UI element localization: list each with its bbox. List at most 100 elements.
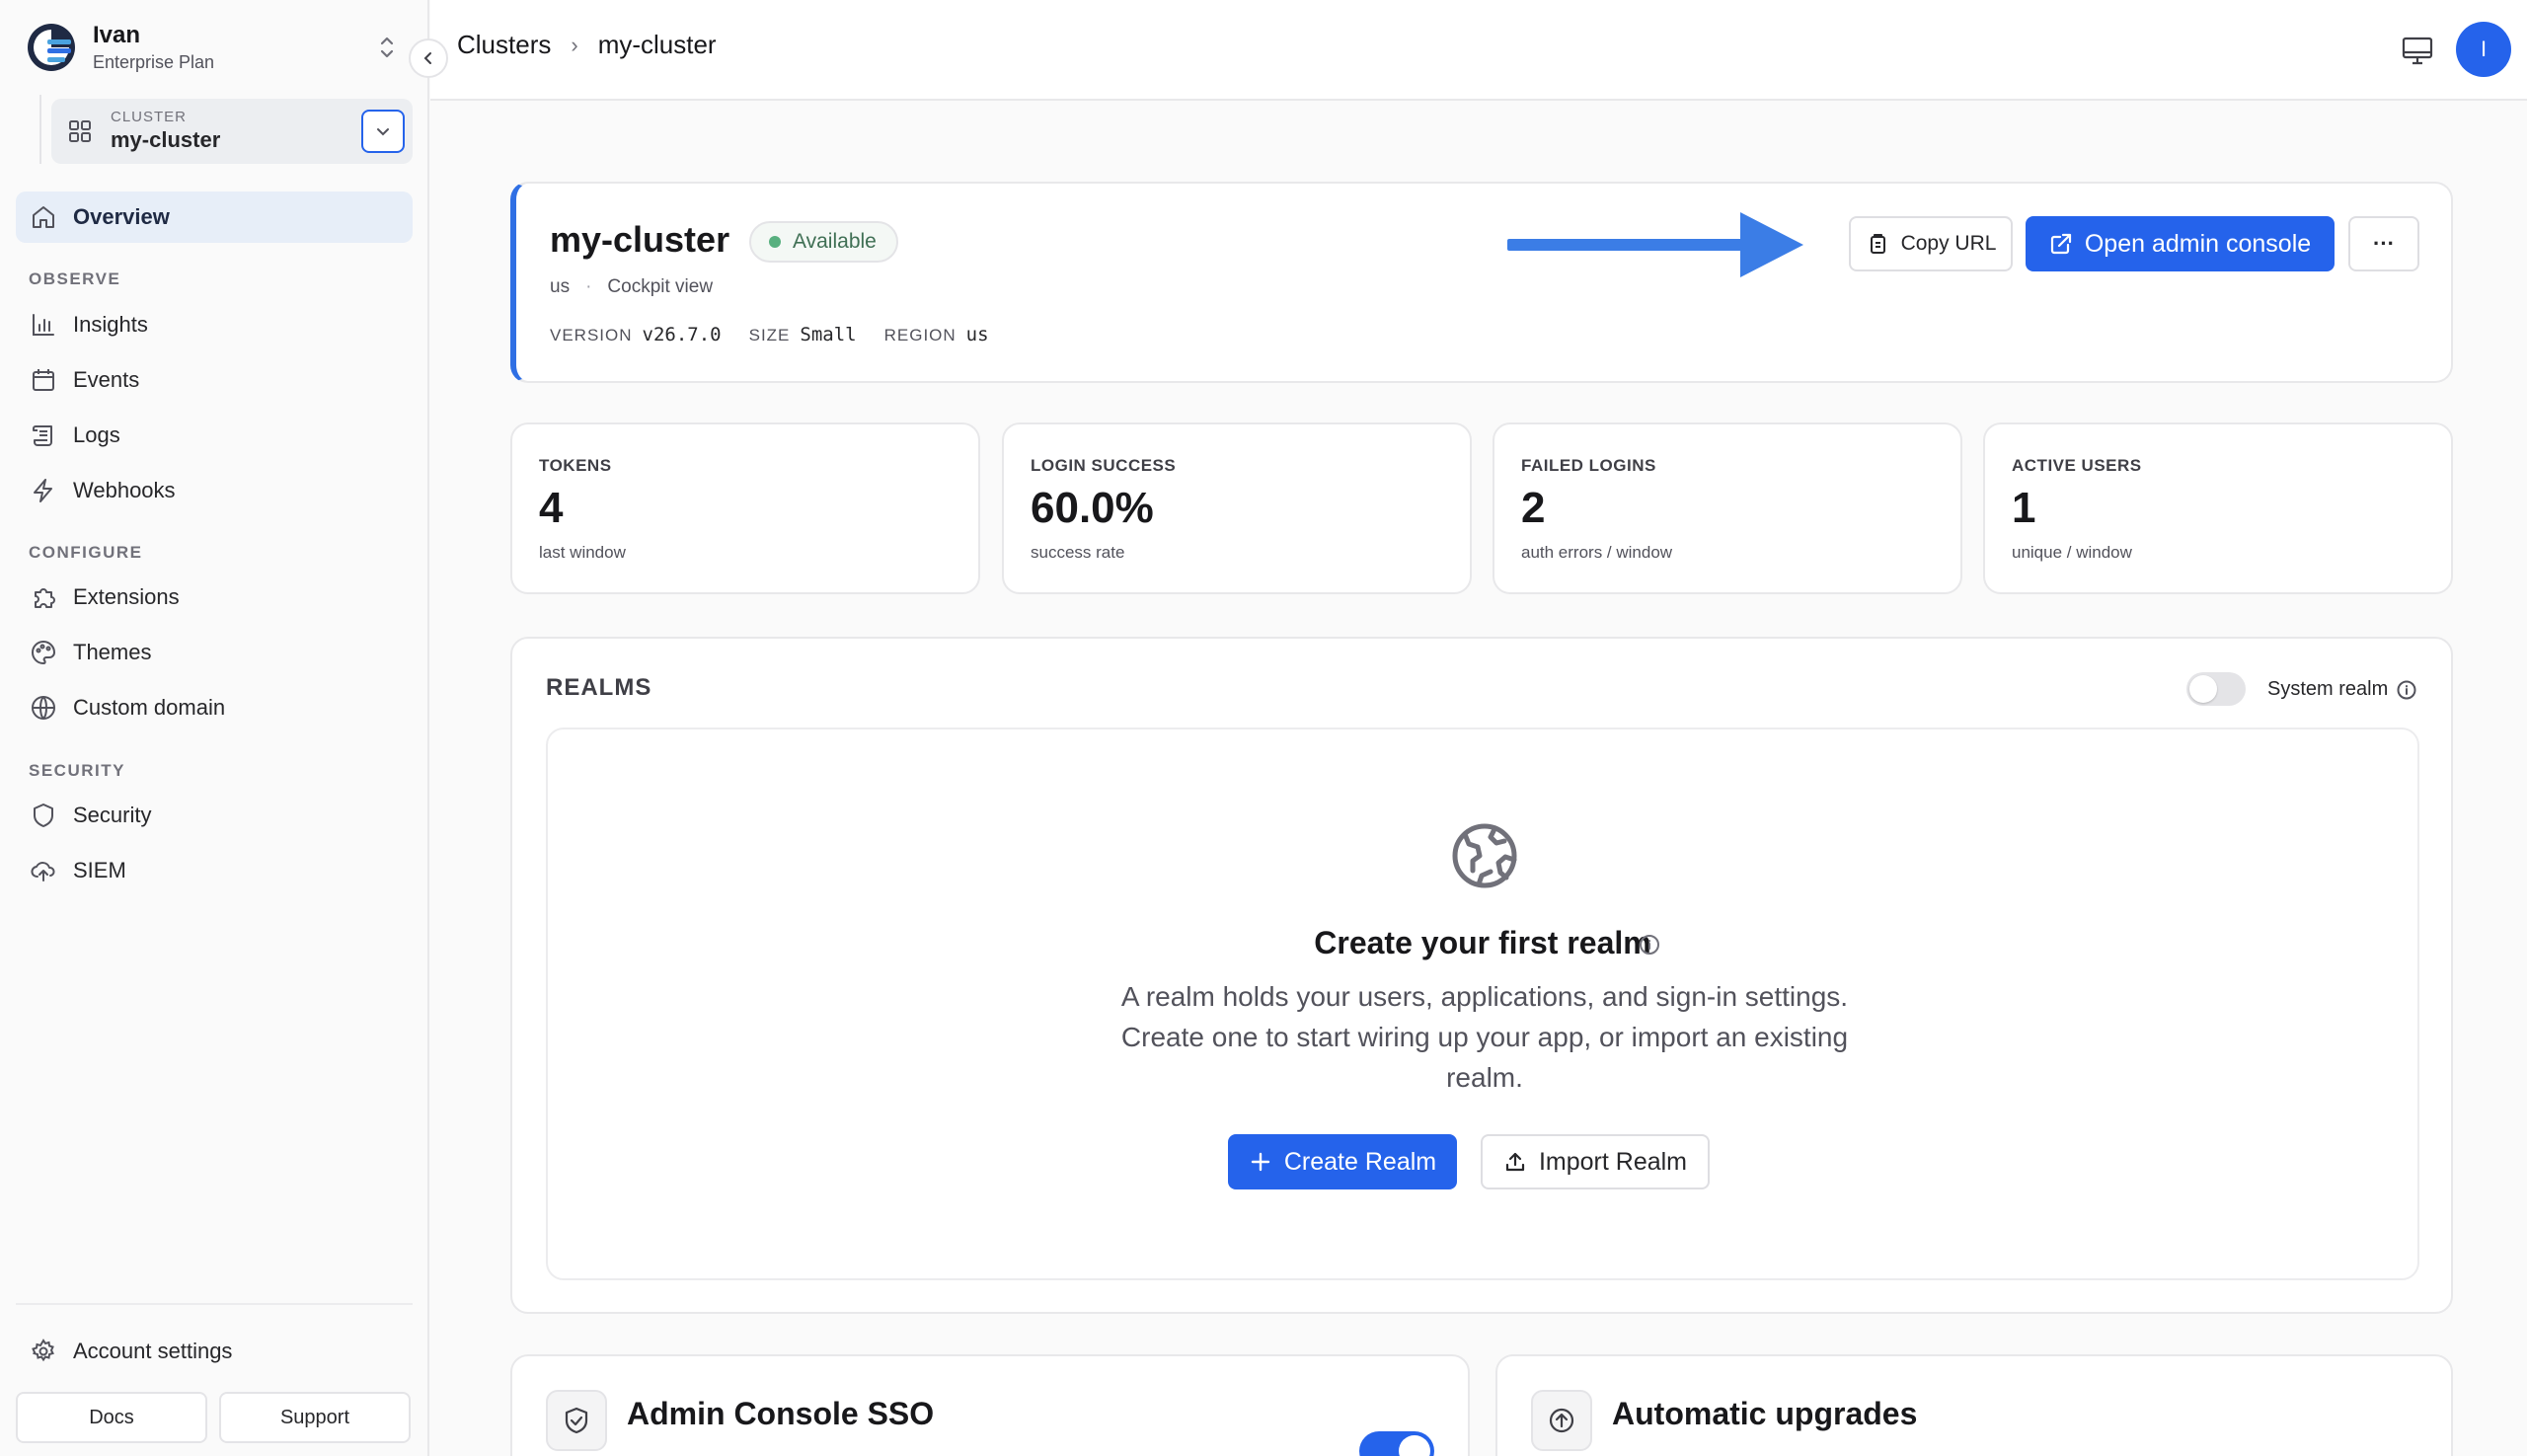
nav-themes[interactable]: Themes <box>16 627 413 678</box>
palette-icon <box>32 640 56 665</box>
nav-events-label: Events <box>73 367 140 392</box>
stat-value: 60.0% <box>1031 484 1154 532</box>
import-realm-label: Import Realm <box>1538 1147 1688 1176</box>
cluster-selector-label: CLUSTER <box>111 109 188 125</box>
nav-webhooks[interactable]: Webhooks <box>16 465 413 516</box>
arrow-up-circle-icon <box>1531 1390 1592 1451</box>
version-value: v26.7.0 <box>642 324 722 345</box>
admin-console-sso-toggle[interactable] <box>1359 1431 1434 1456</box>
open-admin-console-button[interactable]: Open admin console <box>2026 216 2335 271</box>
nav-siem[interactable]: SIEM <box>16 845 413 896</box>
top-bar: Clusters › my-cluster I <box>430 0 2527 101</box>
cloud-upload-icon <box>31 862 55 881</box>
collapse-sidebar-button[interactable] <box>409 38 448 78</box>
region-label: REGION <box>883 326 957 345</box>
nav-logs[interactable]: Logs <box>16 410 413 461</box>
import-realm-button[interactable]: Import Realm <box>1481 1134 1710 1189</box>
scroll-icon <box>33 425 52 446</box>
status-badge: Available <box>749 221 898 263</box>
nav-insights[interactable]: Insights <box>16 299 413 350</box>
realms-title: REALMS <box>546 674 652 701</box>
info-icon[interactable] <box>1638 933 1661 957</box>
avatar[interactable]: I <box>2456 22 2511 77</box>
grid-icon <box>69 120 91 142</box>
nav-custom-domain[interactable]: Custom domain <box>16 682 413 733</box>
plus-icon <box>1251 1152 1270 1172</box>
org-name: Ivan <box>93 22 141 48</box>
monitor-icon[interactable] <box>2399 32 2436 69</box>
stat-label: FAILED LOGINS <box>1521 456 1656 475</box>
bar-chart-icon <box>33 314 54 336</box>
version-label: VERSION <box>550 326 633 345</box>
region-value: us <box>965 324 989 345</box>
size-value: Small <box>800 324 857 345</box>
admin-console-sso-card: Admin Console SSO <box>510 1354 1470 1456</box>
nav-logs-label: Logs <box>73 422 120 447</box>
nav-extensions[interactable]: Extensions <box>16 572 413 623</box>
annotation-arrow <box>1507 212 1803 277</box>
cockpit-view-link[interactable]: Cockpit view <box>607 276 713 298</box>
globe-icon <box>32 696 55 720</box>
external-link-icon <box>2050 233 2071 255</box>
nav-account-settings[interactable]: Account settings <box>16 1326 413 1377</box>
nav-webhooks-label: Webhooks <box>73 478 176 502</box>
cluster-dropdown-button[interactable] <box>361 110 405 153</box>
calendar-icon <box>33 369 54 391</box>
more-options-button[interactable]: ··· <box>2348 216 2419 271</box>
copy-url-label: Copy URL <box>1900 232 1997 255</box>
breadcrumb: Clusters › my-cluster <box>457 30 717 60</box>
cluster-selector[interactable]: CLUSTER my-cluster <box>51 99 413 164</box>
stat-sub: unique / window <box>2012 543 2132 562</box>
chevrons-up-down-icon[interactable] <box>373 28 401 67</box>
open-admin-console-label: Open admin console <box>2084 229 2312 258</box>
nav-security[interactable]: Security <box>16 790 413 841</box>
home-icon <box>33 206 54 228</box>
nav-section-observe: OBSERVE <box>29 269 121 288</box>
automatic-upgrades-card: Automatic upgrades <box>1495 1354 2453 1456</box>
stat-label: ACTIVE USERS <box>2012 456 2142 475</box>
zap-icon <box>34 479 52 502</box>
docs-button[interactable]: Docs <box>16 1392 207 1443</box>
system-realm-toggle[interactable] <box>2186 672 2246 706</box>
nav-events[interactable]: Events <box>16 354 413 406</box>
stat-value: 2 <box>1521 484 1546 532</box>
chevron-left-icon <box>423 52 431 64</box>
upload-icon <box>1505 1152 1525 1172</box>
stat-card-tokens: TOKENS 4 last window <box>510 422 980 594</box>
create-realm-button[interactable]: Create Realm <box>1228 1134 1457 1189</box>
breadcrumb-clusters[interactable]: Clusters <box>457 30 551 60</box>
nav-custom-domain-label: Custom domain <box>73 695 226 720</box>
sidebar-divider <box>16 1303 413 1305</box>
stat-value: 4 <box>539 484 564 532</box>
nav-account-settings-label: Account settings <box>73 1339 233 1363</box>
separator-dot: · <box>585 276 592 297</box>
system-realm-label: System realm <box>2267 678 2389 700</box>
shield-check-icon <box>546 1390 607 1451</box>
nav-overview[interactable]: Overview <box>16 192 413 243</box>
copy-url-button[interactable]: Copy URL <box>1849 216 2013 271</box>
cluster-title: my-cluster <box>550 219 730 260</box>
info-icon[interactable] <box>2396 679 2417 701</box>
toggle-knob <box>2189 675 2217 703</box>
status-dot <box>769 236 781 248</box>
cluster-subline: us · Cockpit view <box>550 276 713 298</box>
cluster-header-card: my-cluster Available us · Cockpit view V… <box>510 182 2453 383</box>
stat-sub: success rate <box>1031 543 1125 562</box>
org-logo-icon <box>28 24 75 71</box>
stat-card-failed-logins: FAILED LOGINS 2 auth errors / window <box>1493 422 1962 594</box>
empty-state-title: Create your first realm <box>1314 925 1651 960</box>
chevron-right-icon: › <box>571 32 578 57</box>
chevron-down-icon <box>377 128 389 136</box>
nav-siem-label: SIEM <box>73 858 126 882</box>
stat-sub: last window <box>539 543 626 562</box>
nav-insights-label: Insights <box>73 312 148 337</box>
cluster-selector-value: my-cluster <box>111 127 221 152</box>
shield-icon <box>34 804 53 827</box>
support-button[interactable]: Support <box>219 1392 411 1443</box>
nav-security-label: Security <box>73 803 152 827</box>
nav-overview-label: Overview <box>73 204 170 229</box>
gear-icon <box>32 1339 54 1362</box>
sidebar: Ivan Enterprise Plan CLUSTER my-cluster … <box>0 0 429 1456</box>
org-switcher[interactable]: Ivan Enterprise Plan <box>26 18 401 77</box>
empty-state-description: A realm holds your users, applications, … <box>1120 981 1849 1093</box>
